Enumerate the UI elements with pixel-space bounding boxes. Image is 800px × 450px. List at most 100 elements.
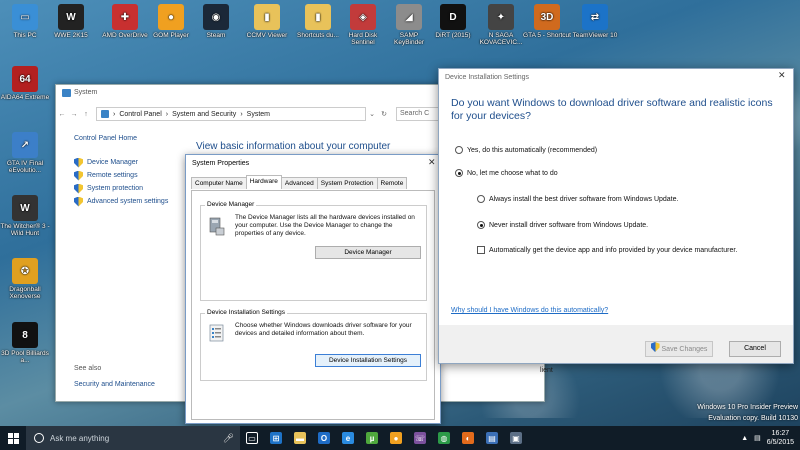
option-yes-row[interactable]: Yes, do this automatically (recommended) (455, 146, 597, 154)
amd-overdrive-icon: ✚ (112, 4, 138, 30)
taskbar-app[interactable]: ☏ (408, 426, 432, 450)
device-installation-settings-button[interactable]: Device Installation Settings (315, 354, 421, 367)
option-no-row[interactable]: No, let me choose what to do (455, 169, 558, 177)
store-icon: ⊞ (270, 432, 282, 444)
sub-never-row[interactable]: Never install driver software from Windo… (477, 221, 648, 229)
desktop-icon[interactable]: 8 3D Pool Billiards a... (0, 322, 50, 364)
breadcrumb-separator-icon: › (240, 110, 243, 118)
remote-settings-link[interactable]: Remote settings (74, 169, 184, 182)
chevron-down-icon[interactable]: ⌄ (366, 110, 378, 118)
why-automatic-link[interactable]: Why should I have Windows do this automa… (451, 307, 608, 314)
advanced-system-settings-link[interactable]: Advanced system settings (74, 195, 184, 208)
close-icon[interactable]: ✕ (428, 157, 436, 168)
close-icon[interactable]: ✕ (778, 70, 786, 81)
desktop-icon-label: DiRT (2015) (435, 32, 471, 39)
cancel-button[interactable]: Cancel (729, 341, 781, 357)
cortana-icon (34, 433, 44, 443)
forward-arrow-icon[interactable]: → (68, 111, 80, 118)
dragonball-icon: ✪ (12, 258, 38, 284)
tab-advanced[interactable]: Advanced (280, 177, 318, 189)
sub-always-radio[interactable] (477, 195, 485, 203)
security-maintenance-link[interactable]: Security and Maintenance (74, 381, 155, 388)
taskbar-app[interactable]: ● (384, 426, 408, 450)
tab-system-protection[interactable]: System Protection (316, 177, 378, 189)
system-tray: ▲ ▤ 16:27 6/5/2015 (741, 426, 800, 450)
notification-icon[interactable]: ▤ (754, 434, 761, 442)
cortana-search-box[interactable]: Ask me anything 🎤︎ (26, 426, 240, 450)
option-yes-radio[interactable] (455, 146, 463, 154)
back-arrow-icon[interactable]: ← (56, 111, 68, 118)
desktop-icon[interactable]: ◢ SAMP KeyBinder (384, 4, 434, 46)
sub-never-radio[interactable] (477, 221, 485, 229)
taskbar-app[interactable]: ◍ (432, 426, 456, 450)
hard-disk-sentinel-icon: ◈ (350, 4, 376, 30)
device-installation-settings-dialog[interactable]: Device Installation Settings ✕ Do you wa… (438, 68, 794, 364)
internet-explorer-icon: e (342, 432, 354, 444)
desktop-icon[interactable]: ▭ This PC (0, 4, 50, 39)
desktop-icon[interactable]: 3D GTA 5 - Shortcut (522, 4, 572, 39)
desktop-icon[interactable]: ✚ AMD OverDrive (100, 4, 150, 39)
microphone-icon[interactable]: 🎤︎ (223, 433, 234, 444)
desktop-icon-label: The Witcher® 3 - Wild Hunt (0, 223, 50, 237)
refresh-icon[interactable]: ↻ (378, 110, 390, 118)
sub-always-row[interactable]: Always install the best driver software … (477, 195, 678, 203)
taskbar-app[interactable]: O (312, 426, 336, 450)
control-panel-home-link[interactable]: Control Panel Home (74, 135, 184, 142)
desktop-icon[interactable]: ↗ GTA IV Final eEvolutio... (0, 132, 50, 174)
breadcrumb-system-security[interactable]: System and Security (172, 111, 236, 118)
breadcrumb-control-panel[interactable]: Control Panel (119, 111, 161, 118)
chevron-up-icon[interactable]: ▲ (741, 435, 748, 442)
gta-iv-icon: ↗ (12, 132, 38, 158)
taskbar-app[interactable]: ▬ (288, 426, 312, 450)
desktop-icon[interactable]: ✦ N SAGA KOVACEVIC... (476, 4, 526, 46)
desktop-icon[interactable]: W The Witcher® 3 - Wild Hunt (0, 195, 50, 237)
advanced-system-settings-link-label: Advanced system settings (87, 198, 169, 205)
desktop-icon[interactable]: ◈ Hard Disk Sentinel (338, 4, 388, 46)
taskbar-app[interactable]: µ (360, 426, 384, 450)
tab-remote[interactable]: Remote (376, 177, 408, 189)
device-manager-link[interactable]: Device Manager (74, 156, 184, 169)
device-installation-group: Device Installation Settings Choose whet… (200, 309, 427, 381)
nsaga-icon: ✦ (488, 4, 514, 30)
taskbar-app[interactable]: ◐ (456, 426, 480, 450)
desktop-icon[interactable]: ● GOM Player (146, 4, 196, 39)
teamviewer-icon: ⇄ (582, 4, 608, 30)
desktop-icon-label: AIDA64 Extreme (0, 94, 50, 101)
taskbar-app[interactable]: ⊞ (264, 426, 288, 450)
shield-icon (650, 342, 660, 352)
desktop-icon[interactable]: ◉ Steam (191, 4, 241, 39)
desktop-icon[interactable]: ⇄ TeamViewer 10 (570, 4, 620, 39)
desktop-icon-label: TeamViewer 10 (572, 32, 618, 39)
up-arrow-icon[interactable]: ↑ (80, 111, 92, 118)
desktop-icon[interactable]: ▮ Shortcuts du... (293, 4, 343, 39)
save-changes-button[interactable]: Save Changes (645, 341, 713, 357)
tab-hardware[interactable]: Hardware (245, 175, 282, 189)
clock[interactable]: 16:27 6/5/2015 (767, 429, 794, 447)
sub-never-label: Never install driver software from Windo… (489, 221, 649, 229)
system-protection-link[interactable]: System protection (74, 182, 184, 195)
wwe-icon: W (58, 4, 84, 30)
tab-computer-name[interactable]: Computer Name (191, 177, 247, 189)
desktop-icon[interactable]: ▮ CCMV Viewer (242, 4, 292, 39)
auto-get-checkbox[interactable] (477, 246, 485, 254)
start-button[interactable] (0, 426, 26, 450)
desktop-icon[interactable]: W WWE 2K15 (46, 4, 96, 39)
breadcrumb-system[interactable]: System (247, 111, 270, 118)
taskbar-app[interactable]: ▣ (504, 426, 528, 450)
watermark-line-1: Windows 10 Pro Insider Preview (697, 404, 798, 411)
desktop-icon[interactable]: 64 AIDA64 Extreme (0, 66, 50, 101)
device-manager-link-label: Device Manager (87, 159, 138, 166)
gom-player-icon: ● (390, 432, 402, 444)
desktop-icon-label: Steam (206, 32, 226, 39)
taskbar-app[interactable]: ▭ (240, 426, 264, 450)
taskbar-app[interactable]: ▤ (480, 426, 504, 450)
auto-get-row[interactable]: Automatically get the device app and inf… (477, 246, 737, 254)
taskbar-app[interactable]: e (336, 426, 360, 450)
desktop-icon[interactable]: D DiRT (2015) (428, 4, 478, 39)
option-no-radio[interactable] (455, 169, 463, 177)
device-manager-button[interactable]: Device Manager (315, 246, 421, 259)
desktop-icon[interactable]: ✪ Dragonball Xenoverse (0, 258, 50, 300)
samp-keybinder-icon: ◢ (396, 4, 422, 30)
system-properties-dialog[interactable]: System Properties ✕ Computer Name Hardwa… (185, 154, 441, 424)
address-box[interactable]: › Control Panel › System and Security › … (96, 107, 366, 121)
